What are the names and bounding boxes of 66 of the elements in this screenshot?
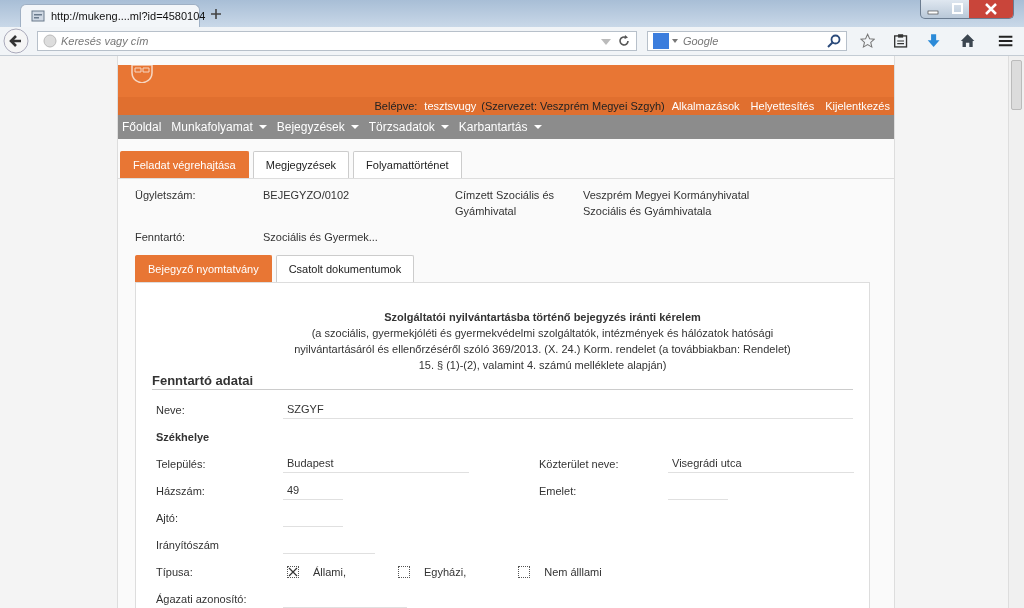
- subheading: Székhelye: [156, 430, 210, 443]
- field-label: Település:: [156, 457, 207, 470]
- field-label: Fenntartó:: [135, 230, 187, 245]
- search-field[interactable]: Google: [682, 35, 823, 47]
- header-link[interactable]: Helyettesítés: [750, 100, 815, 112]
- crest-icon: [130, 65, 154, 83]
- scrollbar-thumb[interactable]: [1011, 60, 1022, 110]
- scrollbar[interactable]: [1008, 56, 1024, 608]
- reload-icon[interactable]: [616, 34, 631, 48]
- star-icon[interactable]: [859, 33, 876, 49]
- menu-item[interactable]: Munkafolyamat: [171, 120, 269, 134]
- checkbox[interactable]: [518, 565, 531, 578]
- header-link[interactable]: Alkalmazások: [671, 100, 740, 112]
- login-label: Belépve:: [374, 100, 418, 112]
- field-label: Címzett Szociális és Gyámhivatal: [455, 188, 556, 219]
- input-field[interactable]: Budapest: [283, 454, 469, 473]
- search-engine-icon[interactable]: [652, 33, 679, 49]
- checkbox[interactable]: [398, 565, 410, 578]
- section-heading: Fenntartó adatai: [152, 373, 853, 390]
- menu-icon[interactable]: [997, 33, 1013, 49]
- checkbox-label: Állami,: [313, 565, 346, 578]
- field-label: Neve:: [156, 403, 186, 416]
- header-link[interactable]: Kijelentkezés: [825, 100, 890, 112]
- tab[interactable]: Feladat végrehajtása: [120, 151, 249, 178]
- field-label: Ágazati azonosító:: [156, 592, 248, 605]
- input-field[interactable]: 49: [283, 481, 343, 500]
- input-field[interactable]: Visegrádi utca: [668, 454, 854, 473]
- user-link[interactable]: tesztsvugy: [424, 100, 477, 112]
- field-label: Ajtó:: [156, 511, 179, 524]
- field-label: Irányítószám: [156, 538, 220, 551]
- field-value: Szociális és Gyermek...: [263, 230, 379, 245]
- field-label: Típusa:: [156, 565, 194, 578]
- address-bar[interactable]: Keresés vagy cím: [37, 31, 637, 51]
- field-label: Házszám:: [156, 484, 206, 497]
- search-icon[interactable]: [826, 34, 841, 48]
- search-box[interactable]: Google: [646, 31, 847, 51]
- tab[interactable]: Csatolt dokumentumok: [275, 255, 415, 282]
- window-controls[interactable]: [920, 0, 1014, 19]
- tab-title: http://mukeng....ml?id=4580104: [51, 10, 206, 22]
- page-icon: [31, 9, 45, 23]
- checkbox-label: Nem álllami: [544, 565, 602, 578]
- menu-item[interactable]: Karbantartás: [458, 120, 544, 134]
- input-field[interactable]: SZGYF: [283, 400, 853, 419]
- form-title: Szolgáltatói nyilvántartásba történő bejegyzés iránti kérelem: [383, 310, 702, 325]
- tab[interactable]: Bejegyző nyomtatvány: [135, 255, 272, 282]
- tab[interactable]: Folyamattörténet: [353, 151, 462, 178]
- checkbox[interactable]: [287, 565, 299, 578]
- field-value: Veszprém Megyei Kormányhivatal Szociális és Gyámhivatala: [583, 188, 751, 219]
- clipboard-icon[interactable]: [893, 33, 909, 49]
- menu-item[interactable]: Bejegyzések: [276, 120, 361, 134]
- checkbox-label: Egyházi,: [424, 565, 467, 578]
- field-label: Ügyletszám:: [135, 188, 197, 203]
- tab[interactable]: Megjegyzések: [252, 151, 350, 178]
- close-icon[interactable]: [969, 0, 1013, 18]
- field-label: Emelet:: [539, 484, 578, 497]
- back-icon[interactable]: [3, 28, 29, 54]
- download-icon[interactable]: [926, 33, 942, 49]
- organization-text: (Szervezet: Veszprém Megyei Szgyh): [481, 100, 665, 112]
- form-subtitle: (a szociális, gyermekjóléti és gyermekvédelmi szolgáltatók, intézmények és hálózatok hatósági nyilvántartásáról és ellenőrzéséről szóló 369/2013. (X. 24.) Korm. rendelet (a továbbiakban: Rendelet) 15. § (1)-(2), valamint 4. számú melléklete alapján): [293, 326, 792, 373]
- menu-item[interactable]: Törzsadatok: [368, 120, 451, 134]
- menu-item[interactable]: Főoldal: [122, 120, 164, 134]
- field-value: BEJEGYZO/0102: [263, 188, 351, 203]
- new-tab-icon[interactable]: [210, 8, 222, 20]
- field-label: Közterület neve:: [539, 457, 620, 470]
- address-field[interactable]: Keresés vagy cím: [61, 35, 361, 47]
- home-icon[interactable]: [959, 33, 975, 49]
